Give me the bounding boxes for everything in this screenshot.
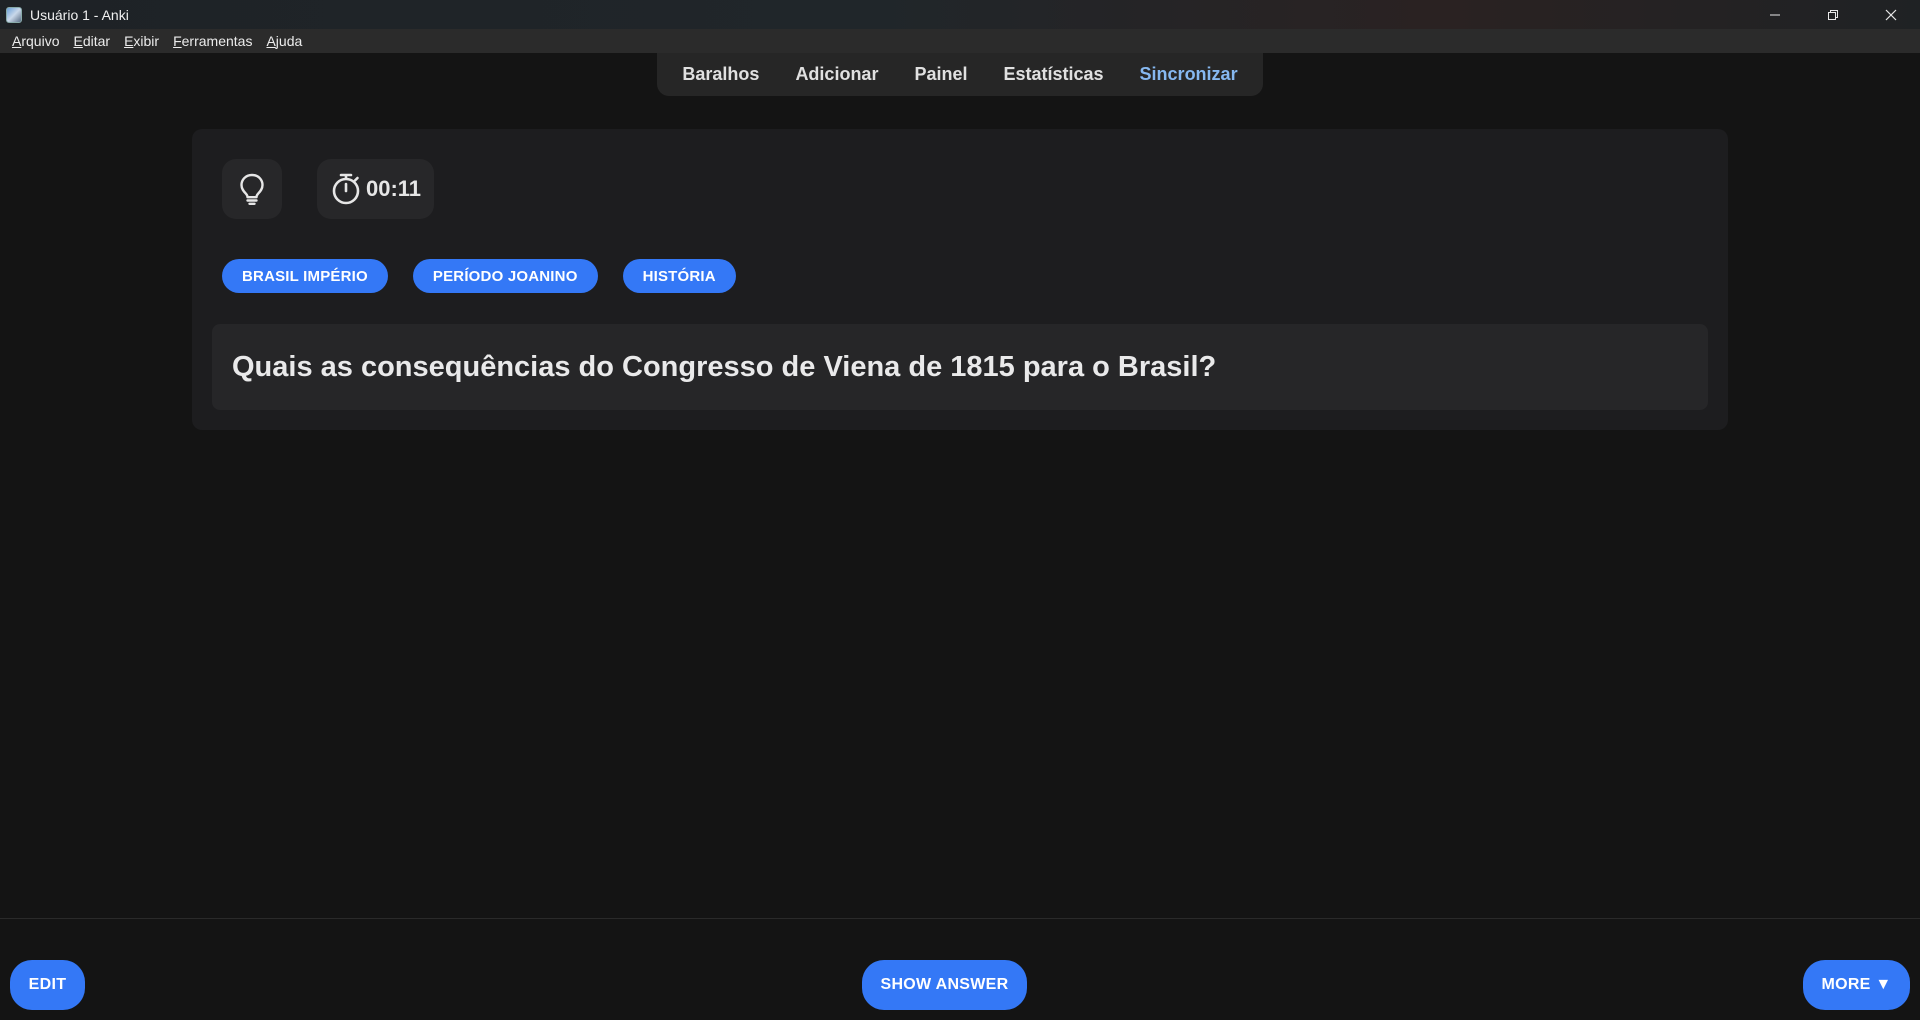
show-answer-button[interactable]: SHOW ANSWER: [862, 960, 1027, 1010]
toolbar-sync-link[interactable]: Sincronizar: [1122, 64, 1256, 85]
menu-editar-label: ditar: [82, 33, 111, 49]
main-toolbar: Baralhos Adicionar Painel Estatísticas S…: [657, 53, 1263, 96]
minimize-icon: [1770, 14, 1780, 15]
lightbulb-icon: [240, 173, 264, 205]
menu-ajuda[interactable]: Ajuda: [266, 33, 302, 49]
title-bar: Usuário 1 - Anki: [0, 0, 1920, 29]
bottom-divider: [0, 918, 1920, 919]
menu-arquivo-label: rquivo: [21, 33, 60, 49]
toolbar-browse-link[interactable]: Painel: [896, 64, 985, 85]
question-panel: Quais as consequências do Congresso de V…: [212, 324, 1708, 410]
close-button[interactable]: [1862, 0, 1920, 29]
menu-ferramentas-label: erramentas: [181, 33, 253, 49]
window-controls: [1746, 0, 1920, 29]
review-card: 00:11 BRASIL IMPÉRIO PERÍODO JOANINO HIS…: [192, 129, 1728, 430]
more-button[interactable]: MORE ▼: [1803, 960, 1910, 1010]
toolbar-add-link[interactable]: Adicionar: [777, 64, 896, 85]
window-title: Usuário 1 - Anki: [30, 6, 129, 23]
close-icon: [1885, 9, 1897, 20]
menu-ferramentas[interactable]: Ferramentas: [173, 33, 252, 49]
hint-button[interactable]: [222, 159, 282, 219]
minimize-button[interactable]: [1746, 0, 1804, 29]
tag-pill[interactable]: HISTÓRIA: [622, 259, 736, 293]
restore-icon: [1828, 9, 1838, 20]
question-text: Quais as consequências do Congresso de V…: [232, 350, 1217, 383]
timer-text: 00:11: [365, 176, 422, 201]
menu-arquivo[interactable]: Arquivo: [12, 33, 59, 49]
menu-bar: Arquivo Editar Exibir Ferramentas Ajuda: [0, 29, 1920, 53]
menu-arquivo-accel: A: [12, 33, 22, 49]
menu-editar-accel: E: [73, 33, 83, 49]
tag-pill[interactable]: PERÍODO JOANINO: [412, 259, 598, 293]
tag-pill[interactable]: BRASIL IMPÉRIO: [222, 259, 388, 293]
menu-ajuda-accel: A: [266, 33, 276, 49]
menu-exibir[interactable]: Exibir: [124, 33, 159, 49]
stopwatch-icon: [332, 173, 360, 205]
menu-exibir-accel: E: [124, 33, 134, 49]
restore-button[interactable]: [1804, 0, 1862, 29]
menu-ajuda-label: juda: [275, 33, 303, 49]
toolbar-decks-link[interactable]: Baralhos: [664, 64, 777, 85]
menu-editar[interactable]: Editar: [73, 33, 110, 49]
menu-ferramentas-accel: F: [173, 33, 182, 49]
timer-display: 00:11: [317, 159, 434, 219]
toolbar-stats-link[interactable]: Estatísticas: [985, 64, 1121, 85]
menu-exibir-label: xibir: [133, 33, 160, 49]
edit-button[interactable]: EDIT: [10, 960, 85, 1010]
anki-app-icon: [6, 6, 22, 23]
tag-list: BRASIL IMPÉRIO PERÍODO JOANINO HISTÓRIA: [222, 259, 736, 293]
